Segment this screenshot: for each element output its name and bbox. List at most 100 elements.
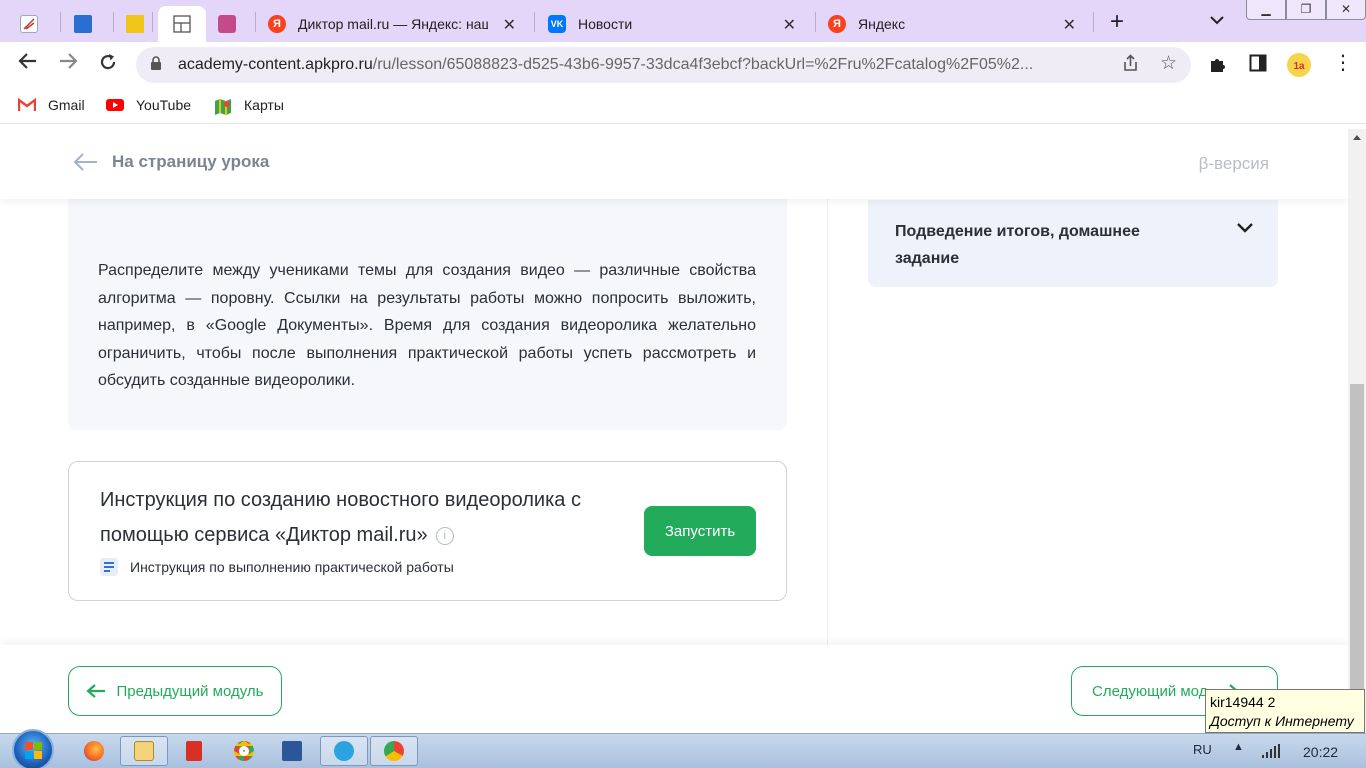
reload-icon[interactable]: [98, 52, 118, 78]
extensions-puzzle-icon[interactable]: [1208, 54, 1228, 79]
launch-button[interactable]: Запустить: [644, 506, 756, 556]
module-navigation: Предыдущий модуль Следующий мод: [0, 645, 1348, 733]
bookmarks-bar: Gmail YouTube Карты: [0, 88, 1366, 124]
browser-toolbar: academy-content.apkpro.ru/ru/lesson/6508…: [0, 42, 1366, 88]
profile-avatar[interactable]: 1a: [1286, 52, 1312, 83]
book-icon: [74, 15, 92, 33]
sidebar-item-label: Подведение итогов, домашнее задание: [895, 223, 1140, 267]
tab-title: Яндекс: [858, 16, 906, 32]
previous-module-button[interactable]: Предыдущий модуль: [68, 666, 282, 716]
tab-yandex[interactable]: Я Яндекс ✕: [828, 6, 1090, 42]
bookmark-gmail[interactable]: Gmail: [17, 97, 85, 113]
taskbar-explorer[interactable]: [120, 736, 168, 766]
language-indicator[interactable]: RU: [1193, 742, 1212, 757]
info-icon[interactable]: i: [435, 526, 454, 545]
close-icon[interactable]: ✕: [783, 15, 796, 35]
taskbar-chrome[interactable]: [220, 736, 268, 766]
next-module-label: Следующий мод: [1092, 682, 1208, 700]
back-arrow-icon[interactable]: [18, 52, 38, 76]
tab-pinned-5[interactable]: [218, 6, 248, 42]
previous-module-label: Предыдущий модуль: [116, 682, 264, 700]
instruction-attachment[interactable]: Инструкция по выполнению практической ра…: [100, 558, 454, 576]
window-controls: ▁ ❐ ✕: [1246, 0, 1366, 20]
page-content: На страницу урока β-версия Распределите …: [0, 129, 1348, 733]
tab-dictor-search[interactable]: Я Диктор mail.ru — Яндекс: нашлось ✕: [268, 6, 530, 42]
bookmark-label: Gmail: [48, 97, 85, 113]
maps-icon: [214, 98, 232, 115]
word-icon: [282, 741, 302, 761]
page-header: На страницу урока β-версия: [0, 129, 1348, 199]
chrome-icon: [234, 741, 254, 761]
address-bar[interactable]: academy-content.apkpro.ru/ru/lesson/6508…: [136, 47, 1191, 83]
yandex-icon: Я: [828, 15, 846, 33]
tab-pinned-1[interactable]: [20, 6, 50, 42]
tray-expand-icon[interactable]: ▲: [1233, 741, 1244, 753]
bookmark-label: Карты: [244, 97, 284, 113]
task-text: Распределите между учениками темы для со…: [98, 262, 756, 389]
taskbar-chrome-active[interactable]: [370, 736, 418, 766]
instruction-title: Инструкция по созданию новостного видеор…: [100, 483, 640, 553]
tab-title: Диктор mail.ru — Яндекс: нашлось: [298, 16, 488, 32]
scrollbar-thumb[interactable]: [1350, 384, 1364, 733]
youtube-icon: [106, 98, 124, 112]
yandex-icon: Я: [268, 15, 286, 33]
minimize-button[interactable]: ▁: [1246, 0, 1286, 20]
url-path: /ru/lesson/65088823-d525-43b6-9957-33dca…: [372, 56, 1034, 73]
taskbar-firefox[interactable]: [70, 736, 118, 766]
back-link-label: На страницу урока: [112, 152, 270, 171]
bookmark-star-icon[interactable]: ☆: [1160, 52, 1177, 75]
menu-kebab-icon[interactable]: ⋮: [1333, 50, 1353, 75]
close-window-button[interactable]: ✕: [1326, 0, 1366, 20]
bookmark-maps[interactable]: Карты: [214, 97, 284, 115]
svg-text:1a: 1a: [1293, 61, 1305, 72]
vk-icon: VK: [548, 15, 566, 33]
document-icon: [100, 558, 118, 576]
browser-tab-strip: Я Диктор mail.ru — Яндекс: нашлось ✕ VK …: [0, 0, 1366, 42]
side-panel-icon[interactable]: [1249, 54, 1267, 77]
instruction-subtitle: Инструкция по выполнению практической ра…: [130, 559, 454, 575]
instruction-card: Инструкция по созданию новостного видеор…: [68, 461, 787, 601]
pencil-icon: [126, 15, 144, 33]
picture-icon: [218, 15, 236, 33]
gmail-icon: [17, 97, 37, 112]
share-icon[interactable]: [1121, 54, 1139, 77]
windows-logo-icon: [25, 742, 42, 759]
firefox-icon: [84, 741, 104, 761]
tab-news[interactable]: VK Новости ✕: [548, 6, 810, 42]
back-to-lesson-link[interactable]: На страницу урока: [72, 152, 269, 172]
taskbar-word[interactable]: [268, 736, 316, 766]
bookmark-label: YouTube: [136, 97, 192, 113]
tooltip-network-name: kir14944 2: [1210, 694, 1276, 710]
scroll-up-arrow-icon[interactable]: [1353, 135, 1361, 140]
network-signal-icon[interactable]: [1262, 744, 1280, 761]
forward-arrow-icon[interactable]: [58, 52, 78, 76]
tab-search-chevron-icon[interactable]: [1210, 12, 1224, 28]
telegram-icon: [334, 741, 354, 761]
tab-pinned-2[interactable]: [74, 6, 104, 42]
clock[interactable]: 20:22: [1303, 744, 1338, 760]
taskbar-pdf[interactable]: [170, 736, 218, 766]
tooltip-access-status: Доступ к Интернету: [1210, 713, 1354, 729]
taskbar-telegram[interactable]: [320, 736, 368, 766]
maximize-button[interactable]: ❐: [1286, 0, 1326, 20]
tab-pinned-4-active[interactable]: [158, 6, 206, 42]
page-scrollbar[interactable]: [1348, 129, 1366, 733]
start-button[interactable]: [12, 729, 54, 768]
network-tooltip: kir14944 2 Доступ к Интернету: [1205, 689, 1365, 733]
app-icon-1: [20, 15, 38, 33]
layout-icon: [173, 15, 191, 33]
chevron-down-icon[interactable]: [1236, 222, 1254, 234]
folder-icon: [134, 741, 154, 761]
close-icon[interactable]: ✕: [1063, 15, 1076, 35]
pdf-icon: [186, 741, 202, 761]
url-host: academy-content.apkpro.ru: [178, 56, 373, 73]
instruction-title-text: Инструкция по созданию новостного видеор…: [100, 489, 581, 546]
beta-version-label: β-версия: [1198, 154, 1269, 173]
chrome-icon: [384, 741, 404, 761]
lock-icon: [150, 56, 162, 70]
bookmark-youtube[interactable]: YouTube: [106, 97, 191, 113]
sidebar-item-summary-homework[interactable]: Подведение итогов, домашнее задание: [868, 200, 1278, 287]
new-tab-button[interactable]: +: [1110, 8, 1124, 36]
arrow-left-icon: [73, 153, 97, 171]
close-icon[interactable]: ✕: [503, 15, 516, 35]
